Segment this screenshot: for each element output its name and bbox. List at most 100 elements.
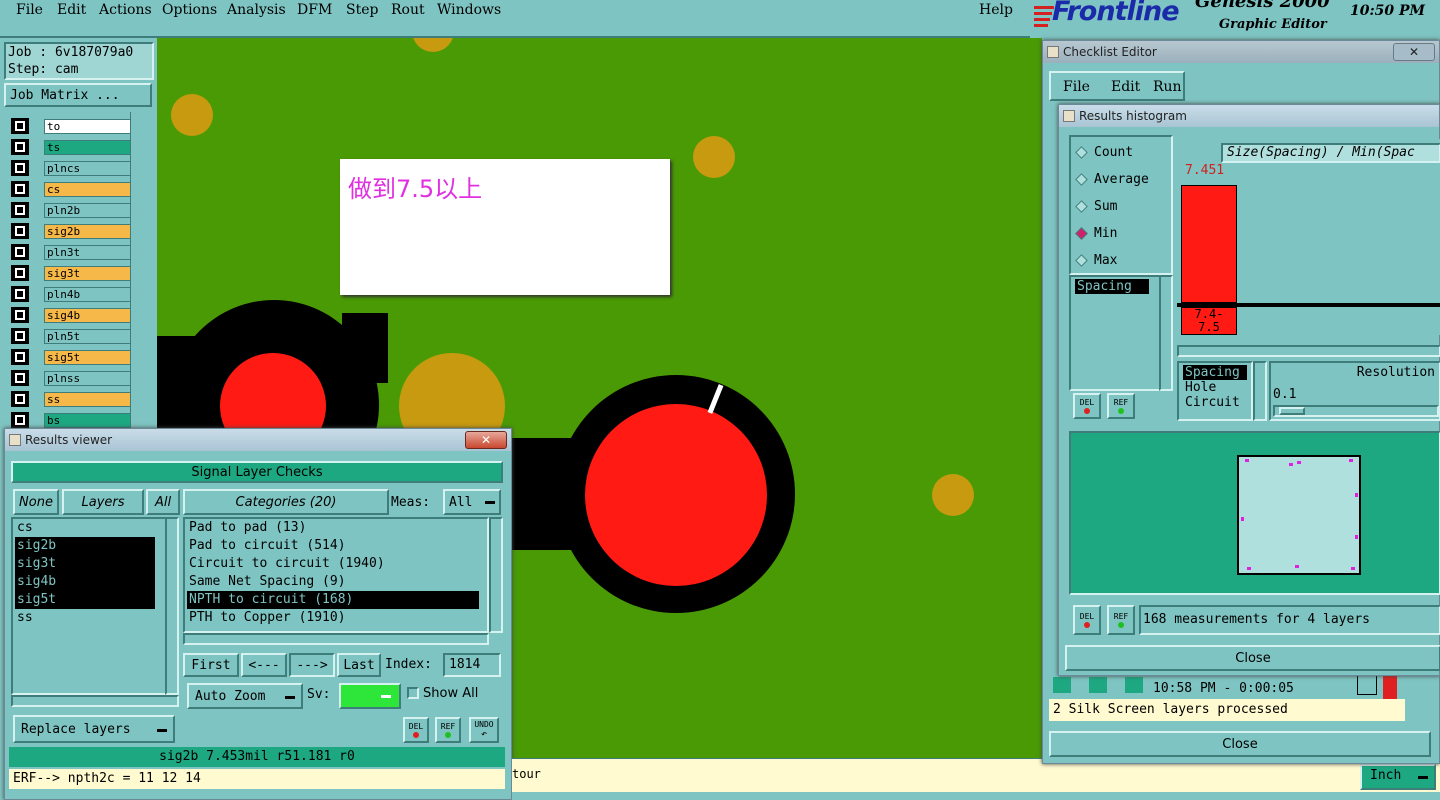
layer-list-scrollbar[interactable] (130, 112, 154, 442)
categories-button[interactable]: Categories (20) (183, 489, 389, 515)
result-layer-item[interactable]: sig5t (15, 591, 155, 609)
layer-checkbox[interactable] (11, 412, 29, 428)
layer-row-sig2b[interactable]: sig2b (11, 223, 134, 239)
undo-button[interactable]: UNDO ↶ (469, 717, 499, 743)
layer-name[interactable]: pln2b (44, 203, 134, 218)
layer-row-bs[interactable]: bs (11, 412, 134, 428)
menu-windows[interactable]: Windows (437, 2, 501, 18)
board-preview[interactable] (1069, 431, 1440, 595)
layer-row-pln3t[interactable]: pln3t (11, 244, 134, 260)
category-item[interactable]: Same Net Spacing (9) (187, 573, 479, 591)
replace-layers-dropdown[interactable]: Replace layers (13, 715, 175, 743)
radio-diamond-icon[interactable] (1075, 199, 1088, 213)
histogram-field-list[interactable]: Spacing (1069, 275, 1161, 391)
preview-del-button[interactable]: DEL (1073, 605, 1101, 635)
del-button[interactable]: DEL (403, 717, 429, 743)
last-button[interactable]: Last (337, 653, 381, 677)
layer-list-scrollbar[interactable] (165, 517, 179, 695)
close-icon[interactable]: ✕ (1393, 43, 1435, 61)
layer-name[interactable]: pln4b (44, 287, 134, 302)
job-matrix-button[interactable]: Job Matrix ... (4, 83, 152, 107)
checklist-menu-run[interactable]: Run (1153, 79, 1182, 95)
mode-option-sum[interactable]: Sum (1075, 197, 1117, 215)
preview-ref-button[interactable]: REF (1107, 605, 1135, 635)
mode-option-min[interactable]: Min (1075, 224, 1117, 242)
checklist-menu-edit[interactable]: Edit (1111, 79, 1140, 95)
layer-row-to[interactable]: to (11, 118, 134, 134)
menu-dfm[interactable]: DFM (297, 2, 332, 18)
layer-checkbox[interactable] (11, 307, 29, 323)
layer-checkbox[interactable] (11, 286, 29, 302)
layer-row-plnss[interactable]: plnss (11, 370, 134, 386)
type-list-scrollbar[interactable] (1253, 361, 1267, 421)
layer-checkbox[interactable] (11, 370, 29, 386)
search-icon[interactable] (1357, 675, 1377, 695)
result-layer-item[interactable]: sig4b (15, 573, 155, 591)
histogram-close-button[interactable]: Close (1065, 645, 1440, 671)
layer-row-sig4b[interactable]: sig4b (11, 307, 134, 323)
layer-row-ss[interactable]: ss (11, 391, 134, 407)
layer-list-hscroll[interactable] (11, 695, 179, 707)
result-layer-item[interactable]: cs (15, 519, 155, 537)
type-item-hole[interactable]: Hole (1185, 380, 1251, 395)
category-item[interactable]: Circuit to circuit (1940) (187, 555, 479, 573)
histogram-del-button[interactable]: DEL (1073, 393, 1101, 419)
layer-name[interactable]: ss (44, 392, 134, 407)
layer-name[interactable]: to (44, 119, 134, 134)
menu-edit[interactable]: Edit (57, 2, 86, 18)
action-icon[interactable] (1125, 677, 1143, 693)
layer-row-pln4b[interactable]: pln4b (11, 286, 134, 302)
slider-thumb[interactable] (1279, 407, 1305, 415)
layer-checkbox[interactable] (11, 391, 29, 407)
checklist-menu-file[interactable]: File (1063, 79, 1090, 95)
prev-button[interactable]: <--- (241, 653, 287, 677)
index-input[interactable]: 1814 (443, 653, 501, 677)
field-list-scrollbar[interactable] (1159, 275, 1173, 391)
layer-name[interactable]: sig3t (44, 266, 134, 281)
category-item[interactable]: Pad to pad (13) (187, 519, 479, 537)
none-button[interactable]: None (13, 489, 59, 515)
category-item[interactable]: PTH to Copper (1910) (187, 609, 479, 627)
layer-row-sig3t[interactable]: sig3t (11, 265, 134, 281)
show-all-checkbox[interactable] (407, 687, 419, 699)
mode-option-max[interactable]: Max (1075, 251, 1117, 269)
histogram-bar[interactable] (1181, 185, 1237, 303)
result-layer-item[interactable]: sig3t (15, 555, 155, 573)
menu-actions[interactable]: Actions (99, 2, 152, 18)
layer-checkbox[interactable] (11, 139, 29, 155)
radio-diamond-icon[interactable] (1075, 172, 1088, 186)
histogram-ref-button[interactable]: REF (1107, 393, 1135, 419)
categories-list[interactable]: Pad to pad (13) Pad to circuit (514) Circu… (183, 517, 489, 633)
menu-help-label[interactable]: Help (979, 2, 1013, 18)
layer-row-ts[interactable]: ts (11, 139, 134, 155)
layer-checkbox[interactable] (11, 244, 29, 260)
result-layer-item[interactable]: ss (15, 609, 155, 627)
units-dropdown[interactable]: Inch (1360, 764, 1436, 790)
type-item-spacing[interactable]: Spacing (1183, 365, 1247, 380)
all-button[interactable]: All (146, 489, 180, 515)
action-icon[interactable] (1053, 677, 1071, 693)
meas-dropdown[interactable]: All (443, 489, 501, 515)
layer-name[interactable]: pln5t (44, 329, 134, 344)
layer-checkbox[interactable] (11, 223, 29, 239)
radio-diamond-icon[interactable] (1075, 253, 1088, 267)
sv-color-dropdown[interactable] (339, 683, 401, 709)
result-layer-item[interactable]: sig2b (15, 537, 155, 555)
layer-checkbox[interactable] (11, 181, 29, 197)
menu-rout[interactable]: Rout (391, 2, 425, 18)
layer-name[interactable]: ts (44, 140, 134, 155)
layer-checkbox[interactable] (11, 118, 29, 134)
layer-checkbox[interactable] (11, 202, 29, 218)
histogram-hscroll[interactable] (1177, 345, 1440, 357)
spacing-list-item[interactable]: Spacing (1075, 279, 1149, 294)
layer-row-pln2b[interactable]: pln2b (11, 202, 134, 218)
layer-row-plncs[interactable]: plncs (11, 160, 134, 176)
radio-diamond-icon[interactable] (1075, 226, 1088, 240)
auto-zoom-dropdown[interactable]: Auto Zoom (187, 683, 303, 709)
category-item[interactable]: NPTH to circuit (168) (187, 591, 479, 609)
mode-option-average[interactable]: Average (1075, 170, 1149, 188)
menu-analysis[interactable]: Analysis (227, 2, 286, 18)
layer-checkbox[interactable] (11, 265, 29, 281)
menu-file[interactable]: File (16, 2, 43, 18)
layers-button[interactable]: Layers (62, 489, 144, 515)
